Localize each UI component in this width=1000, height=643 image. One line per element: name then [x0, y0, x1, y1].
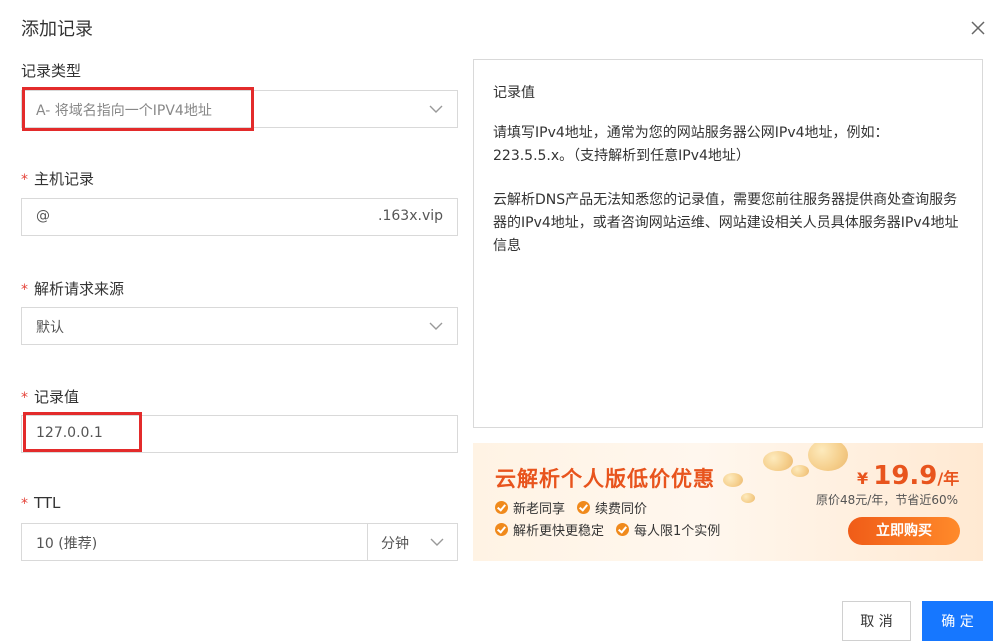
check-icon — [495, 501, 508, 514]
ttl-unit-value: 分钟 — [381, 536, 409, 552]
promo-original-price: 原价48元/年，节省近60% — [816, 493, 958, 507]
coin-decoration — [741, 493, 755, 503]
help-paragraph-2: 云解析DNS产品无法知悉您的记录值，需要您前往服务器提供商处查询服务器的IPv4… — [493, 192, 959, 254]
ttl-value: 10 (推荐) — [36, 536, 98, 552]
check-icon — [577, 501, 590, 514]
coin-decoration — [723, 473, 743, 487]
chevron-down-icon — [429, 105, 443, 113]
buy-now-button[interactable]: 立即购买 — [848, 517, 960, 545]
check-icon — [616, 523, 629, 536]
cancel-button[interactable]: 取 消 — [842, 601, 911, 641]
promo-price: ¥ 19.9/年 — [857, 461, 960, 491]
promo-feature: 解析更快更稳定 — [495, 520, 604, 539]
record-value-input[interactable]: 127.0.0.1 — [21, 415, 458, 453]
coin-decoration — [791, 465, 809, 477]
ttl-unit-select[interactable]: 分钟 — [367, 523, 458, 561]
promo-feature: 续费同价 — [577, 498, 647, 517]
host-input[interactable]: @ .163x.vip — [21, 198, 458, 236]
check-icon — [495, 523, 508, 536]
record-type-value: A- 将域名指向一个IPV4地址 — [36, 103, 212, 119]
promo-feature: 新老同享 — [495, 498, 565, 517]
help-title: 记录值 — [493, 85, 535, 101]
chevron-down-icon — [429, 322, 443, 330]
close-icon[interactable] — [967, 17, 989, 39]
ttl-label: * TTL — [21, 494, 61, 512]
promo-headline: 云解析个人版低价优惠 — [495, 467, 715, 491]
record-value-label: * 记录值 — [21, 388, 80, 406]
host-domain-suffix: .163x.vip — [378, 208, 443, 224]
source-select[interactable]: 默认 — [21, 307, 458, 345]
confirm-button[interactable]: 确 定 — [922, 601, 993, 641]
record-type-label: 记录类型 — [21, 62, 82, 80]
ttl-input[interactable]: 10 (推荐) — [21, 523, 368, 561]
required-mark: * — [21, 390, 28, 406]
host-value: @ — [36, 208, 50, 224]
record-type-select[interactable]: A- 将域名指向一个IPV4地址 — [21, 90, 458, 128]
dialog-title: 添加记录 — [21, 19, 93, 40]
help-panel: 记录值 请填写IPv4地址，通常为您的网站服务器公网IPv4地址，例如：223.… — [473, 59, 983, 428]
source-value: 默认 — [36, 320, 64, 336]
help-paragraph-1: 请填写IPv4地址，通常为您的网站服务器公网IPv4地址，例如：223.5.5.… — [493, 125, 889, 164]
host-label: * 主机记录 — [21, 170, 95, 188]
required-mark: * — [21, 496, 28, 512]
promo-feature: 每人限1个实例 — [616, 520, 720, 539]
coin-decoration — [808, 443, 848, 471]
required-mark: * — [21, 282, 28, 298]
promo-banner[interactable]: 云解析个人版低价优惠 新老同享 续费同价 解析更快更稳定 每人限1个实例 ¥ 1… — [473, 443, 983, 561]
source-label: * 解析请求来源 — [21, 280, 125, 298]
record-value-text: 127.0.0.1 — [36, 425, 103, 441]
chevron-down-icon — [430, 538, 444, 546]
required-mark: * — [21, 172, 28, 188]
coin-decoration — [763, 451, 793, 471]
